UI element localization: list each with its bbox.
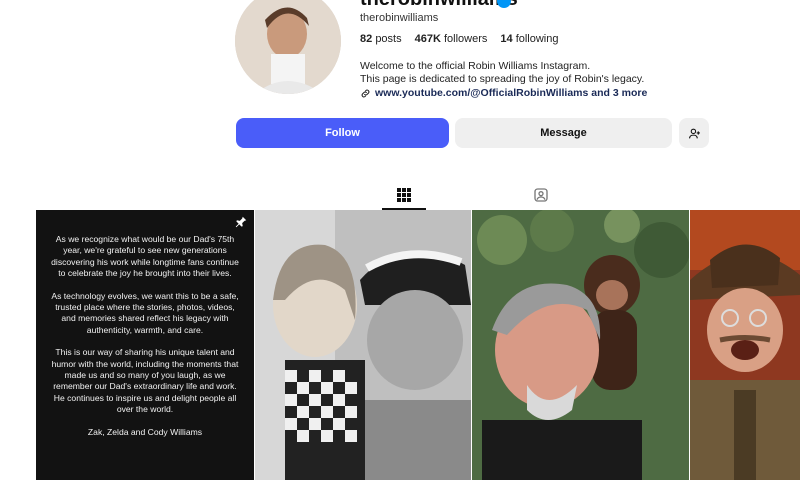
profile-handle: therobinwilliams: [360, 12, 439, 24]
posts-grid: As we recognize what would be our Dad's …: [36, 210, 800, 480]
pin-icon: [235, 216, 247, 228]
message-button[interactable]: Message: [455, 118, 672, 148]
profile-stats: 82 posts 467K followers 14 following: [360, 33, 559, 45]
pinned-post[interactable]: As we recognize what would be our Dad's …: [36, 210, 254, 480]
post-photo-with-monkey[interactable]: [472, 210, 689, 480]
post-image: [690, 210, 800, 480]
profile-avatar[interactable]: [235, 0, 341, 94]
post-signature: Zak, Zelda and Cody Williams: [87, 426, 203, 437]
following-stat[interactable]: 14 following: [500, 33, 558, 45]
posts-stat[interactable]: 82 posts: [360, 33, 402, 45]
link-icon: [361, 89, 370, 97]
post-image: [472, 210, 689, 480]
followers-stat[interactable]: 467K followers: [415, 33, 488, 45]
add-person-icon: [688, 128, 700, 138]
profile-display-name: therobinwilliams: [360, 0, 518, 11]
profile-link[interactable]: www.youtube.com/@OfficialRobinWilliams a…: [360, 87, 647, 99]
post-photo-safari-hat[interactable]: [690, 210, 800, 480]
post-paragraph: As technology evolves, we want this to b…: [51, 290, 239, 335]
bio-line: Welcome to the official Robin Williams I…: [360, 60, 591, 72]
suggested-accounts-button[interactable]: [679, 118, 709, 148]
grid-icon: [397, 188, 411, 202]
profile-bio: Welcome to the official Robin Williams I…: [360, 60, 660, 86]
pinned-post-text: As we recognize what would be our Dad's …: [50, 234, 240, 449]
post-image: [255, 210, 471, 480]
tagged-icon: [534, 188, 548, 202]
post-paragraph: As we recognize what would be our Dad's …: [51, 234, 239, 279]
bio-line: This page is dedicated to spreading the …: [360, 73, 645, 85]
tab-posts-grid[interactable]: [374, 180, 434, 210]
profile-link-text[interactable]: www.youtube.com/@OfficialRobinWilliams a…: [375, 87, 647, 99]
follow-button[interactable]: Follow: [236, 118, 449, 148]
post-paragraph: This is our way of sharing his unique ta…: [51, 347, 239, 415]
tab-tagged[interactable]: [511, 180, 571, 210]
post-photo-father-daughter[interactable]: [255, 210, 471, 480]
